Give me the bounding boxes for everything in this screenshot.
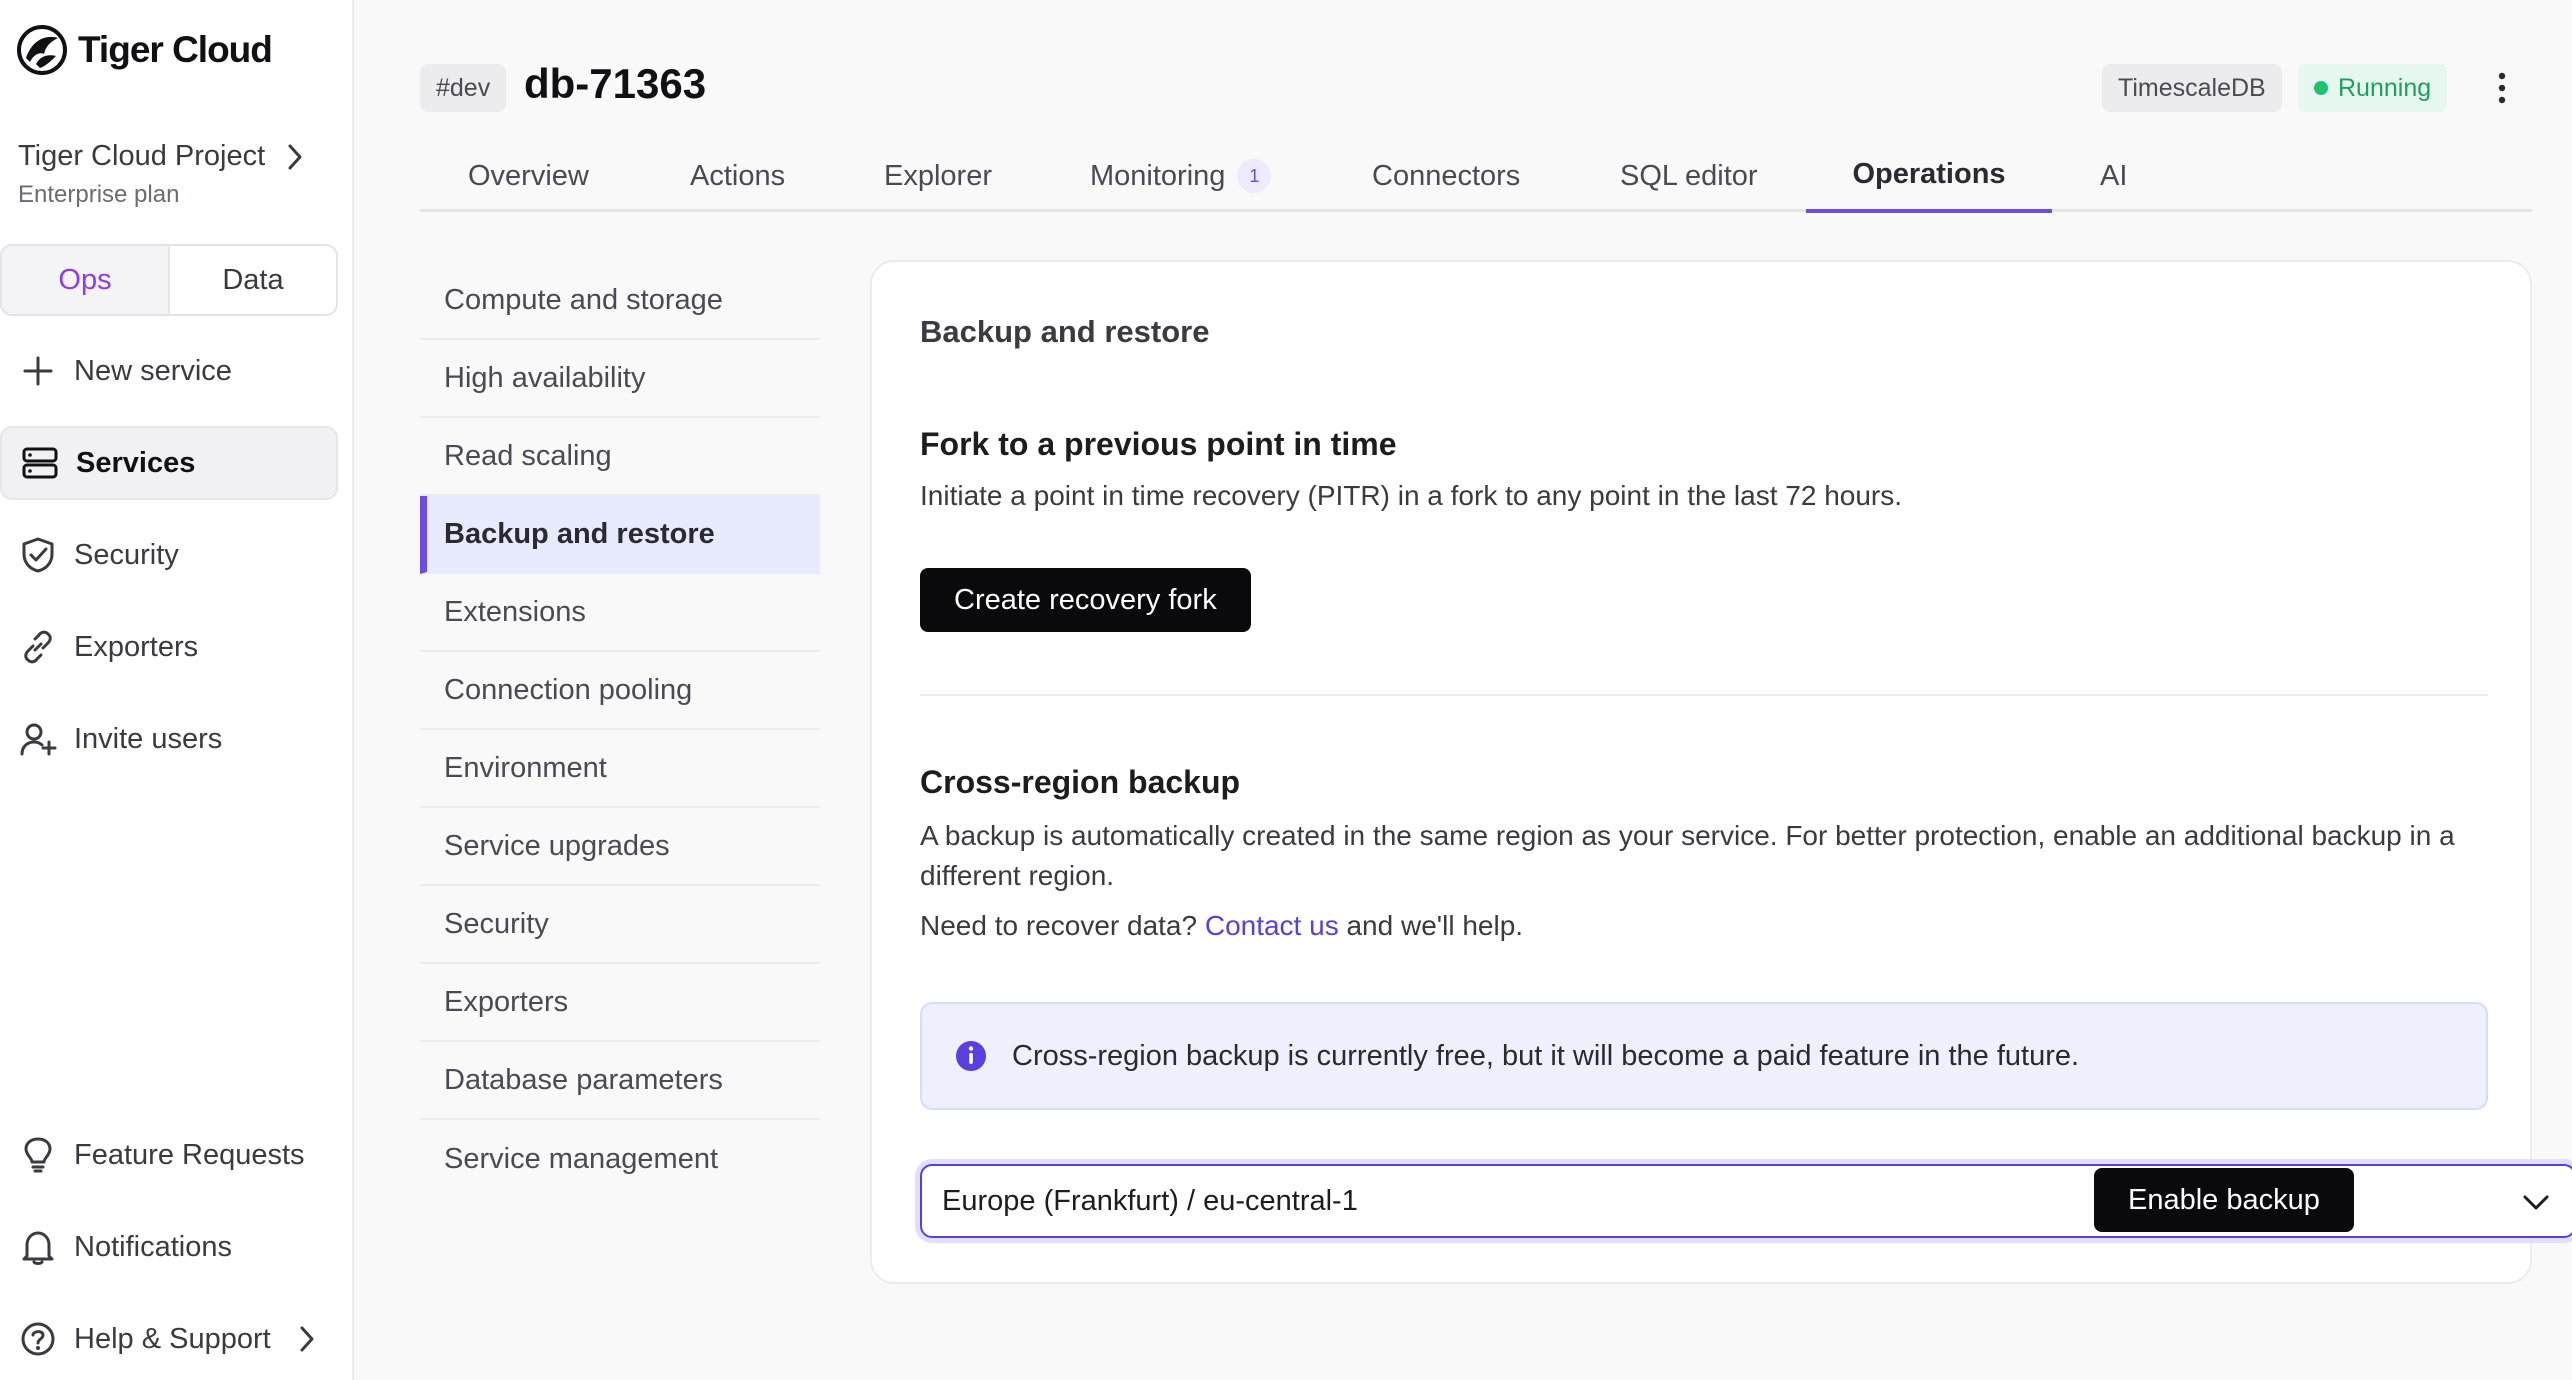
sidebar-item-feature-requests[interactable]: Feature Requests (0, 1118, 338, 1192)
lightbulb-icon (18, 1135, 58, 1175)
subnav-exporters[interactable]: Exporters (420, 964, 820, 1042)
toggle-data[interactable]: Data (170, 246, 336, 314)
fork-section-description: Initiate a point in time recovery (PITR)… (920, 480, 1903, 511)
chevron-right-icon (285, 142, 305, 172)
tab-label: Operations (1852, 158, 2006, 190)
tab-actions[interactable]: Actions (690, 140, 785, 212)
toggle-ops[interactable]: Ops (2, 246, 170, 314)
tab-label: AI (2100, 159, 2128, 192)
tab-connectors[interactable]: Connectors (1372, 140, 1520, 212)
tab-label: Monitoring (1090, 159, 1226, 192)
info-icon (954, 1039, 988, 1073)
chevron-right-icon (297, 1324, 317, 1354)
tab-label: Connectors (1372, 159, 1521, 192)
enable-backup-button[interactable]: Enable backup (2094, 1168, 2354, 1232)
contact-us-link[interactable]: Contact us (1205, 910, 1339, 941)
tab-explorer[interactable]: Explorer (884, 140, 992, 212)
tab-label: Overview (468, 159, 589, 192)
tab-ai[interactable]: AI (2100, 140, 2127, 212)
more-options-button[interactable] (2484, 64, 2520, 112)
section-divider (920, 694, 2488, 696)
sidebar-item-label: Services (76, 446, 196, 479)
subnav-security[interactable]: Security (420, 886, 820, 964)
subnav-read-scaling[interactable]: Read scaling (420, 418, 820, 496)
sidebar: Tiger Cloud Tiger Cloud Project Enterpri… (0, 0, 354, 1380)
link-icon (18, 627, 58, 667)
sidebar-bottom-nav: Feature Requests Notifications Help & Su… (0, 1118, 338, 1380)
sidebar-nav: New service Services Security Exporters … (0, 334, 338, 794)
subnav-backup-and-restore[interactable]: Backup and restore (420, 496, 820, 574)
subnav-connection-pooling[interactable]: Connection pooling (420, 652, 820, 730)
tab-monitoring[interactable]: Monitoring 1 (1090, 140, 1272, 212)
sidebar-item-label: Invite users (74, 722, 223, 755)
tab-operations[interactable]: Operations (1806, 140, 2052, 213)
services-icon (20, 443, 60, 483)
sidebar-item-help-support[interactable]: Help & Support (0, 1302, 338, 1376)
more-vertical-icon (2498, 72, 2506, 104)
sidebar-item-label: New service (74, 354, 232, 387)
sidebar-item-new-service[interactable]: New service (0, 334, 338, 408)
sidebar-item-services[interactable]: Services (0, 426, 338, 500)
bell-icon (18, 1227, 58, 1267)
region-select-value: Europe (Frankfurt) / eu-central-1 (942, 1184, 1358, 1217)
help-circle-icon (18, 1319, 58, 1359)
recover-data-text: Need to recover data? Contact us and we'… (920, 906, 1523, 946)
info-callout: Cross-region backup is currently free, b… (920, 1002, 2488, 1110)
subnav-compute-and-storage[interactable]: Compute and storage (420, 262, 820, 340)
brand-name: Tiger Cloud (78, 29, 273, 70)
brand-logo[interactable]: Tiger Cloud (16, 24, 273, 76)
card-title: Backup and restore (920, 314, 1210, 349)
tiger-logo-icon (16, 24, 68, 76)
monitoring-count-badge: 1 (1237, 159, 1272, 193)
project-plan: Enterprise plan (18, 181, 180, 208)
status-text: Running (2338, 73, 2432, 102)
cross-region-section-title: Cross-region backup (920, 764, 1241, 800)
recover-suffix: and we'll help. (1346, 910, 1524, 941)
status-dot-icon (2314, 81, 2328, 95)
user-plus-icon (18, 719, 58, 759)
subnav-database-parameters[interactable]: Database parameters (420, 1042, 820, 1120)
sidebar-item-label: Security (74, 538, 179, 571)
sidebar-item-invite-users[interactable]: Invite users (0, 702, 338, 776)
info-text: Cross-region backup is currently free, b… (1012, 1039, 2080, 1072)
service-tabs: Overview Actions Explorer Monitoring 1 C… (420, 140, 2532, 213)
sidebar-item-notifications[interactable]: Notifications (0, 1210, 338, 1284)
subnav-high-availability[interactable]: High availability (420, 340, 820, 418)
status-badge: Running (2298, 64, 2448, 112)
recover-prefix: Need to recover data? (920, 910, 1198, 941)
sidebar-item-label: Exporters (74, 630, 199, 663)
tab-label: Actions (690, 159, 786, 192)
sidebar-item-label: Notifications (74, 1230, 232, 1263)
plus-icon (18, 351, 58, 391)
subnav-service-management[interactable]: Service management (420, 1120, 820, 1198)
tab-overview[interactable]: Overview (468, 140, 589, 212)
create-recovery-fork-button[interactable]: Create recovery fork (920, 568, 1251, 632)
sidebar-item-label: Help & Support (74, 1322, 271, 1355)
cross-region-section-description: A backup is automatically created in the… (920, 820, 2455, 891)
backup-restore-card: Backup and restore Fork to a previous po… (870, 260, 2572, 1284)
subnav-environment[interactable]: Environment (420, 730, 820, 808)
tab-label: Explorer (884, 159, 992, 192)
page-title: db-71363 (524, 60, 707, 107)
sidebar-item-security[interactable]: Security (0, 518, 338, 592)
mode-toggle: Ops Data (0, 244, 338, 316)
project-name: Tiger Cloud Project (18, 140, 266, 172)
subnav-service-upgrades[interactable]: Service upgrades (420, 808, 820, 886)
tab-sql-editor[interactable]: SQL editor (1620, 140, 1758, 212)
sidebar-item-exporters[interactable]: Exporters (0, 610, 338, 684)
shield-check-icon (18, 535, 58, 575)
tab-label: SQL editor (1620, 159, 1758, 192)
subnav-extensions[interactable]: Extensions (420, 574, 820, 652)
sidebar-item-label: Feature Requests (74, 1138, 305, 1171)
chevron-down-icon (2520, 1186, 2552, 1218)
project-switcher[interactable]: Tiger Cloud Project Enterprise plan (18, 140, 318, 209)
engine-badge: TimescaleDB (2102, 64, 2282, 112)
env-badge: #dev (420, 64, 507, 112)
fork-section-title: Fork to a previous point in time (920, 426, 1397, 462)
operations-subnav: Compute and storage High availability Re… (420, 262, 820, 1198)
